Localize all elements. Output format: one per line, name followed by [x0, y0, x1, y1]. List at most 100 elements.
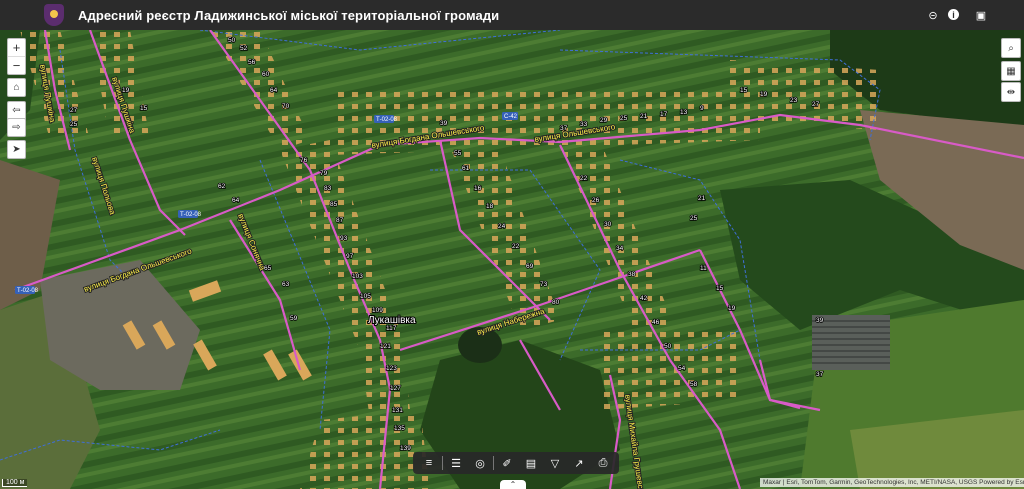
basemap-button[interactable]: ◎: [468, 453, 492, 473]
app-title: Адресний реєстр Ладижинської міської тер…: [78, 7, 500, 23]
svg-text:73: 73: [540, 281, 548, 288]
svg-text:56: 56: [248, 59, 256, 66]
svg-text:24: 24: [498, 223, 506, 230]
bookmark-icon: ✐: [502, 457, 512, 470]
legend-button[interactable]: ☰: [444, 453, 468, 473]
svg-text:33: 33: [580, 121, 588, 128]
svg-text:9: 9: [700, 105, 704, 112]
svg-text:58: 58: [690, 381, 698, 388]
svg-text:42: 42: [640, 295, 648, 302]
place-name: Лукашівка: [368, 315, 416, 326]
svg-text:76: 76: [300, 157, 308, 164]
svg-text:25: 25: [690, 215, 698, 222]
svg-text:127: 127: [390, 385, 401, 392]
svg-text:39: 39: [440, 120, 448, 127]
svg-text:25: 25: [70, 121, 78, 128]
home-button[interactable]: ⌂: [7, 78, 26, 97]
search-button[interactable]: ⌕: [1001, 38, 1021, 58]
ruler-icon: ⇹: [1006, 86, 1016, 98]
compass-button[interactable]: ➤: [7, 140, 26, 159]
svg-text:123: 123: [386, 365, 397, 372]
svg-text:23: 23: [790, 97, 798, 104]
map-toolbar: ≡ ☰ ◎ ✐ ▤ ▽ ↗ ⎙: [413, 452, 619, 474]
svg-text:93: 93: [340, 235, 348, 242]
search-icon: ⌕: [1008, 42, 1014, 54]
svg-text:50: 50: [228, 37, 236, 44]
svg-text:13: 13: [680, 109, 688, 116]
svg-text:59: 59: [290, 315, 298, 322]
svg-text:27: 27: [70, 107, 78, 114]
svg-text:26: 26: [592, 197, 600, 204]
next-extent-button[interactable]: ⇨: [7, 118, 26, 137]
filter-icon: ▽: [550, 457, 560, 470]
svg-text:121: 121: [380, 343, 391, 350]
svg-text:34: 34: [616, 245, 624, 252]
scale-bar: 100 м: [2, 479, 28, 487]
info-icon[interactable]: i: [948, 9, 959, 20]
bookmarks-button[interactable]: ✐: [495, 453, 519, 473]
svg-text:38: 38: [628, 271, 636, 278]
svg-text:103: 103: [352, 273, 363, 280]
svg-text:19: 19: [728, 305, 736, 312]
svg-text:Т-02-08: Т-02-08: [17, 288, 39, 294]
qr-code-button[interactable]: ▦: [1001, 61, 1021, 81]
svg-text:62: 62: [218, 183, 226, 190]
svg-text:18: 18: [486, 203, 494, 210]
toolbar-divider: [442, 456, 443, 470]
svg-text:50: 50: [664, 343, 672, 350]
svg-text:Т-02-08: Т-02-08: [180, 212, 202, 218]
svg-text:131: 131: [392, 407, 403, 414]
svg-text:37: 37: [560, 125, 568, 132]
attribution: Maxar | Esri, TomTom, Garmin, GeoTechnol…: [760, 478, 1024, 487]
qr-code-icon: ▦: [1006, 65, 1016, 77]
zoom-out-button[interactable]: −: [8, 57, 25, 74]
filter-button[interactable]: ▽: [543, 453, 567, 473]
basemap-icon: ◎: [475, 457, 485, 470]
zoom-in-button[interactable]: +: [8, 39, 25, 57]
svg-text:65: 65: [264, 265, 272, 272]
layers-button[interactable]: ≡: [417, 453, 441, 473]
table-button[interactable]: ▤: [519, 453, 543, 473]
svg-text:37: 37: [816, 371, 824, 378]
svg-text:17: 17: [660, 111, 668, 118]
svg-text:70: 70: [282, 103, 290, 110]
svg-text:85: 85: [330, 201, 338, 208]
hide-icon[interactable]: ⊝: [925, 7, 941, 23]
measure-button[interactable]: ⇹: [1001, 82, 1021, 102]
toolbar-collapse-button[interactable]: ⌃: [500, 480, 526, 489]
svg-text:Т-02-08: Т-02-08: [376, 117, 398, 123]
svg-text:109: 109: [372, 307, 383, 314]
print-button[interactable]: ⎙: [591, 453, 615, 473]
svg-text:97: 97: [346, 253, 354, 260]
layers-icon: ≡: [425, 457, 433, 469]
app-header: Адресний реєстр Ладижинської міської тер…: [0, 0, 1024, 30]
svg-text:21: 21: [640, 113, 648, 120]
svg-text:11: 11: [700, 265, 707, 272]
svg-text:64: 64: [232, 197, 240, 204]
svg-text:46: 46: [652, 319, 660, 326]
share-icon: ↗: [574, 457, 584, 470]
svg-text:55: 55: [454, 150, 462, 157]
svg-text:16: 16: [474, 185, 482, 192]
svg-text:117: 117: [386, 325, 397, 332]
save-icon[interactable]: ▣: [973, 7, 989, 23]
svg-text:25: 25: [620, 115, 628, 122]
map-view[interactable]: вулиця Богдана Ольшевського вулиця Богда…: [0, 30, 1024, 489]
svg-text:29: 29: [600, 117, 608, 124]
share-button[interactable]: ↗: [567, 453, 591, 473]
svg-text:15: 15: [716, 285, 724, 292]
svg-text:19: 19: [760, 91, 768, 98]
greenhouse-block: [812, 315, 890, 370]
svg-text:52: 52: [240, 45, 248, 52]
svg-text:64: 64: [270, 87, 278, 94]
print-icon: ⎙: [598, 456, 608, 469]
svg-text:139: 139: [400, 445, 411, 452]
svg-text:27: 27: [812, 101, 820, 108]
svg-text:63: 63: [282, 281, 290, 288]
home-icon: ⌂: [13, 82, 20, 93]
chevron-up-icon: ⌃: [509, 480, 517, 489]
legend-icon: ☰: [451, 457, 461, 470]
svg-text:19: 19: [122, 87, 130, 94]
svg-text:61: 61: [462, 165, 470, 172]
arrow-right-icon: ⇨: [12, 122, 21, 133]
